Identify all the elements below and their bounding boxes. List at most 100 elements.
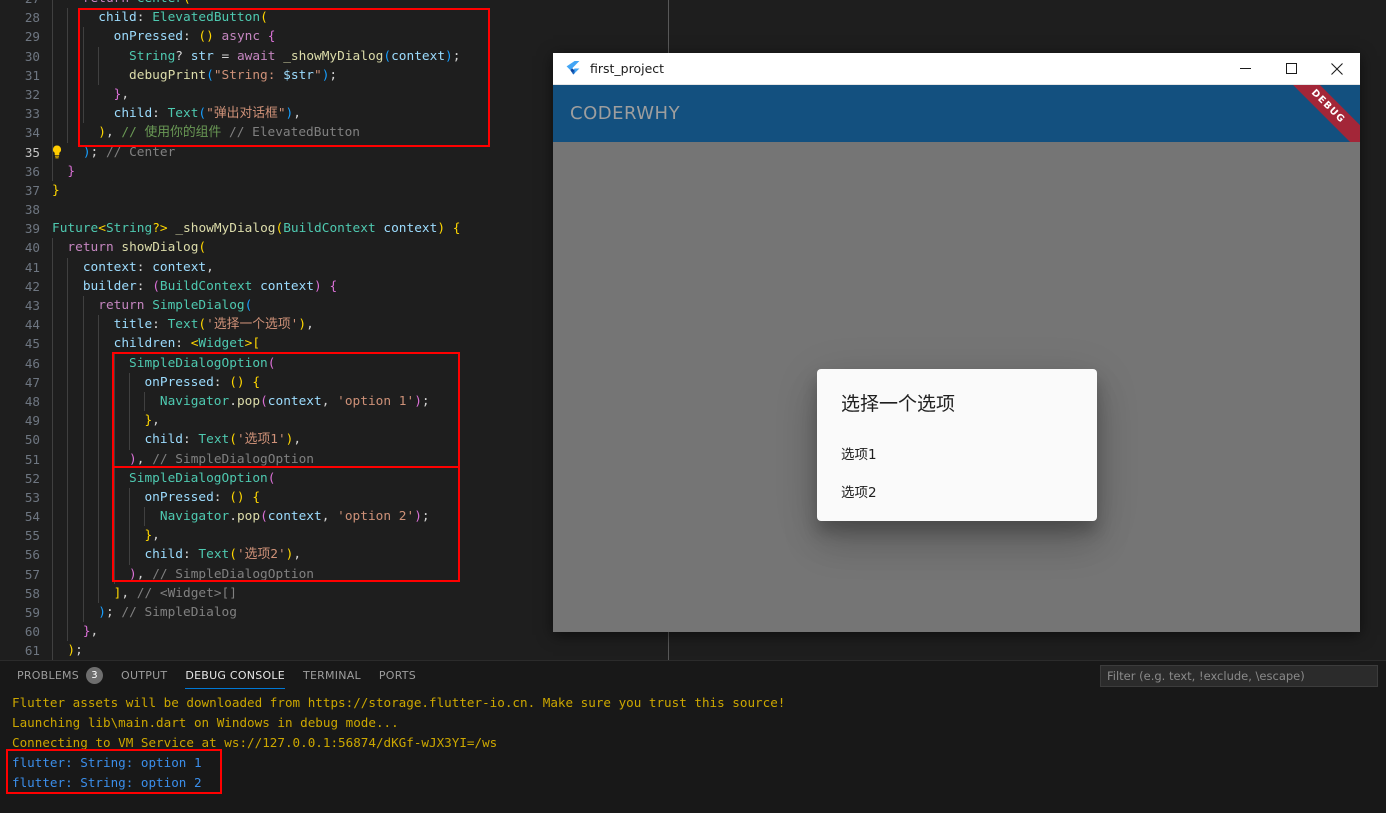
code-text: return showDialog( (67, 240, 207, 256)
line-number: 58 (24, 585, 40, 601)
line-number: 44 (24, 317, 40, 333)
dialog-option-1[interactable]: 选项1 (817, 434, 1097, 472)
debug-banner: DEBUG (1275, 85, 1360, 142)
code-text: child: ElevatedButton( (98, 10, 268, 26)
code-text: SimpleDialogOption( (129, 355, 276, 371)
code-text: ], // <Widget>[] (113, 585, 237, 601)
line-number: 31 (24, 67, 40, 83)
console-line: Launching lib\main.dart on Windows in de… (12, 715, 399, 730)
code-text: child: Text("弹出对话框"), (113, 106, 301, 122)
tab-label: PROBLEMS (17, 668, 80, 682)
line-number: 56 (24, 547, 40, 563)
code-text: ), // 使用你的组件 // ElevatedButton (98, 125, 360, 141)
code-text: return Center( (52, 0, 191, 8)
code-text: onPressed: () async { (113, 29, 276, 45)
code-text: Navigator.pop(context, 'option 2'); (159, 509, 430, 525)
line-number: 38 (24, 202, 40, 218)
code-text: children: <Widget>[ (113, 336, 261, 352)
tab-label: DEBUG CONSOLE (185, 668, 285, 682)
line-number: 45 (24, 336, 40, 352)
code-text: Navigator.pop(context, 'option 1'); (159, 393, 430, 409)
code-text: builder: (BuildContext context) { (82, 278, 338, 294)
line-number: 49 (24, 413, 40, 429)
code-text: child: Text('选项1'), (144, 432, 302, 448)
code-text: } (52, 182, 60, 198)
console-line: Flutter assets will be downloaded from h… (12, 695, 786, 710)
debug-console-output[interactable]: Flutter assets will be downloaded from h… (0, 689, 1386, 793)
flutter-logo-icon (565, 60, 581, 77)
line-number: 28 (24, 10, 40, 26)
code-text: } (67, 163, 76, 179)
code-line[interactable]: 61 ); (0, 641, 668, 660)
minimize-icon[interactable] (1222, 53, 1268, 85)
tab-terminal[interactable]: TERMINAL (294, 661, 370, 689)
tab-output[interactable]: OUTPUT (112, 661, 176, 689)
filter-box[interactable] (1100, 665, 1378, 687)
app-body: 选择一个选项 选项1 选项2 (553, 142, 1360, 632)
line-number: 29 (24, 29, 40, 45)
app-window-title: first_project (590, 61, 665, 76)
app-bar-title: CODERWHY (570, 103, 681, 124)
dialog-option-2[interactable]: 选项2 (817, 472, 1097, 510)
code-text: title: Text('选择一个选项'), (113, 317, 314, 333)
line-number: 54 (24, 509, 40, 525)
code-text: ); // SimpleDialog (98, 605, 237, 620)
code-text: debugPrint("String: $str"); (129, 67, 338, 83)
code-text: String? str = await _showMyDialog(contex… (129, 48, 461, 64)
console-line: flutter: String: option 2 (12, 775, 202, 790)
code-text: Future<String?> _showMyDialog(BuildConte… (52, 221, 461, 237)
code-text: }, (144, 528, 160, 544)
code-text: onPressed: () { (144, 374, 261, 390)
line-number: 61 (24, 643, 40, 659)
window-controls[interactable] (1222, 53, 1360, 85)
code-text: ); // Center (82, 144, 176, 160)
line-number: 30 (24, 48, 40, 64)
code-text: ), // SimpleDialogOption (129, 566, 314, 582)
code-line[interactable]: 27 return Center( (0, 0, 668, 9)
line-number: 50 (24, 432, 40, 448)
line-number: 46 (24, 355, 40, 371)
line-number: 32 (24, 86, 40, 102)
code-text: }, (113, 86, 130, 102)
code-line[interactable]: 29 onPressed: () async { (0, 27, 668, 47)
line-number: 40 (24, 240, 40, 256)
console-line: flutter: String: option 1 (12, 755, 202, 770)
screen-root: 27 return Center(28 child: ElevatedButto… (0, 0, 1386, 813)
tab-label: TERMINAL (302, 668, 361, 682)
line-number: 43 (24, 298, 40, 313)
code-text: SimpleDialogOption( (129, 470, 276, 486)
line-number: 39 (24, 221, 40, 237)
filter-input[interactable] (1107, 669, 1371, 683)
simple-dialog[interactable]: 选择一个选项 选项1 选项2 (817, 369, 1097, 521)
bottom-panel[interactable]: PROBLEMS 3 OUTPUT DEBUG CONSOLE TERMINAL PORT… (0, 660, 1386, 813)
tab-label: OUTPUT (121, 668, 168, 682)
code-text: onPressed: () { (144, 489, 261, 505)
code-text: child: Text('选项2'), (144, 547, 302, 563)
app-title-bar[interactable]: first_project (553, 53, 1360, 85)
line-number: 41 (24, 259, 40, 275)
dialog-title: 选择一个选项 (841, 393, 956, 415)
line-number: 35 (24, 144, 40, 160)
code-text: }, (144, 413, 160, 429)
tab-label: PORTS (378, 668, 416, 682)
line-number: 47 (24, 374, 40, 390)
line-number: 48 (24, 393, 40, 409)
code-line[interactable]: 28 child: ElevatedButton( (0, 8, 668, 28)
line-number: 34 (24, 125, 40, 141)
flutter-app-window[interactable]: first_project CODERWHY DEBUG 选择一个选项 选项1 … (553, 53, 1360, 632)
line-number: 57 (24, 566, 40, 582)
code-text: }, (82, 624, 99, 640)
tab-ports[interactable]: PORTS (370, 661, 425, 689)
app-bar: CODERWHY DEBUG (553, 85, 1360, 142)
line-number: 37 (24, 182, 40, 198)
console-line: Connecting to VM Service at ws://127.0.0… (12, 735, 498, 750)
close-icon[interactable] (1314, 53, 1360, 85)
code-text: context: context, (82, 259, 214, 275)
problems-count-badge: 3 (86, 666, 104, 684)
line-number: 36 (24, 163, 40, 179)
maximize-icon[interactable] (1268, 53, 1314, 85)
tab-debug-console[interactable]: DEBUG CONSOLE (176, 661, 294, 689)
line-number: 59 (24, 605, 40, 620)
code-text: ), // SimpleDialogOption (129, 451, 314, 467)
tab-problems[interactable]: PROBLEMS 3 (8, 661, 112, 689)
